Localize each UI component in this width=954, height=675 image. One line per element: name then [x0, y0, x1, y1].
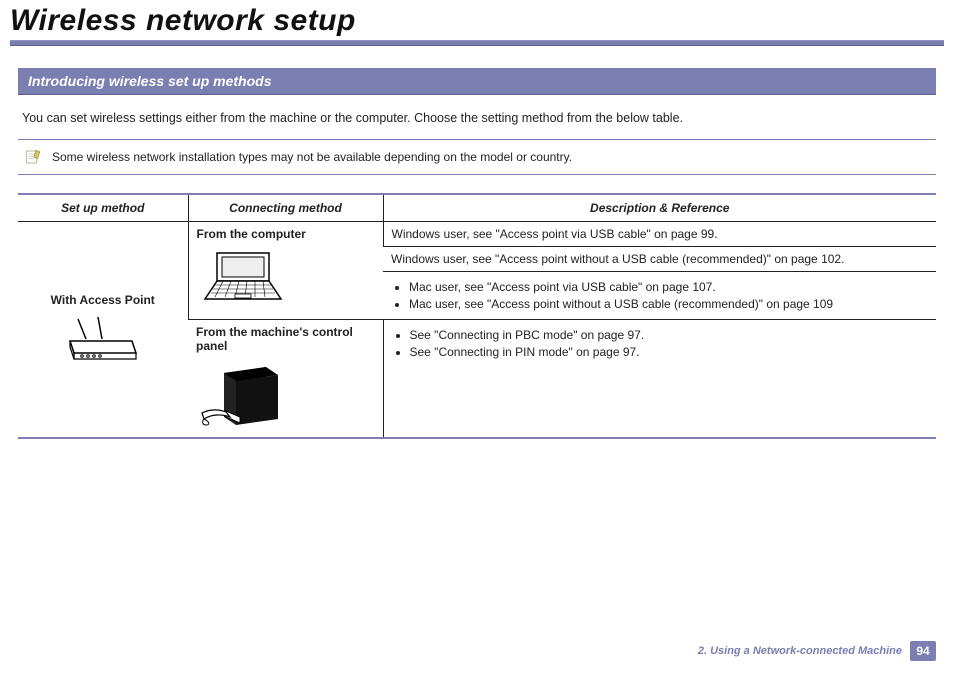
- methods-table: Set up method Connecting method Descript…: [18, 193, 936, 439]
- footer-chapter: 2. Using a Network-connected Machine: [698, 645, 902, 657]
- note-icon: [24, 148, 42, 166]
- page-title: Wireless network setup: [10, 4, 944, 38]
- printer-icon: [196, 359, 375, 432]
- col-header-connecting: Connecting method: [188, 194, 383, 222]
- page-footer: 2. Using a Network-connected Machine 94: [698, 641, 936, 661]
- desc-win-no-usb: Windows user, see "Access point without …: [383, 247, 936, 272]
- laptop-icon: [197, 247, 375, 310]
- connecting-from-panel-label: From the machine's control panel: [196, 325, 375, 353]
- connecting-from-computer-label: From the computer: [197, 227, 375, 241]
- desc-pbc: See "Connecting in PBC mode" on page 97.: [410, 328, 929, 342]
- note-box: Some wireless network installation types…: [18, 139, 936, 175]
- section-header: Introducing wireless set up methods: [18, 68, 936, 95]
- access-point-icon: [26, 313, 180, 366]
- section-intro: You can set wireless settings either fro…: [22, 111, 932, 125]
- desc-mac-no-usb: Mac user, see "Access point without a US…: [409, 297, 928, 311]
- desc-mac-usb: Mac user, see "Access point via USB cabl…: [409, 280, 928, 294]
- col-header-description: Description & Reference: [383, 194, 936, 222]
- table-row: With Access Point: [18, 222, 936, 247]
- desc-pin: See "Connecting in PIN mode" on page 97.: [410, 345, 929, 359]
- note-text: Some wireless network installation types…: [52, 150, 572, 164]
- desc-win-usb: Windows user, see "Access point via USB …: [383, 222, 936, 247]
- setup-method-label: With Access Point: [26, 293, 180, 307]
- page-number-badge: 94: [910, 641, 936, 661]
- col-header-setup: Set up method: [18, 194, 188, 222]
